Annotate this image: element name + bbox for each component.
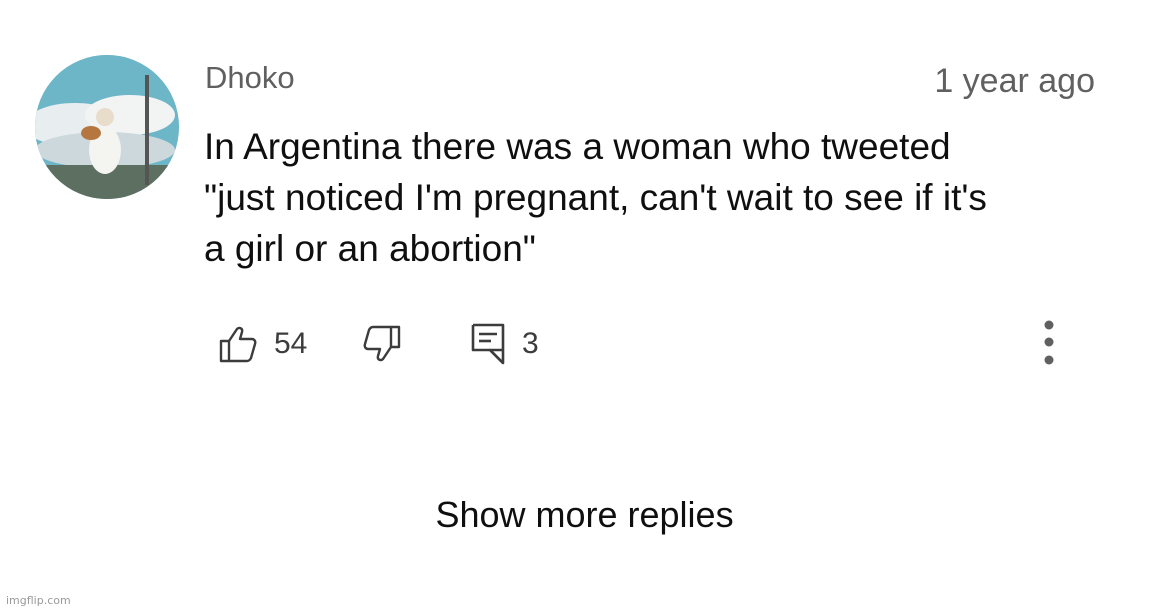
vertical-ellipsis-icon xyxy=(1044,320,1054,365)
comment-timestamp: 1 year ago xyxy=(934,62,1095,100)
comment-icon xyxy=(471,323,505,365)
comment-text: In Argentina there was a woman who tweet… xyxy=(204,126,987,269)
avatar-image xyxy=(35,55,179,199)
avatar[interactable] xyxy=(35,55,179,199)
thumbs-up-icon xyxy=(219,326,257,363)
like-count: 54 xyxy=(274,327,308,360)
show-more-replies: Show more replies xyxy=(0,490,1169,540)
more-options-button[interactable] xyxy=(1040,320,1058,370)
watermark: imgflip.com xyxy=(6,594,71,607)
reply-count: 3 xyxy=(522,327,539,360)
like-button[interactable]: 54 xyxy=(218,320,307,368)
reply-button[interactable]: 3 xyxy=(470,320,539,368)
comment-author[interactable]: Dhoko xyxy=(205,60,295,96)
show-more-replies-button[interactable]: Show more replies xyxy=(427,490,741,540)
thumbs-down-icon xyxy=(363,325,401,362)
comment-actions: 54 3 xyxy=(218,320,1078,368)
dislike-button[interactable] xyxy=(362,320,402,368)
